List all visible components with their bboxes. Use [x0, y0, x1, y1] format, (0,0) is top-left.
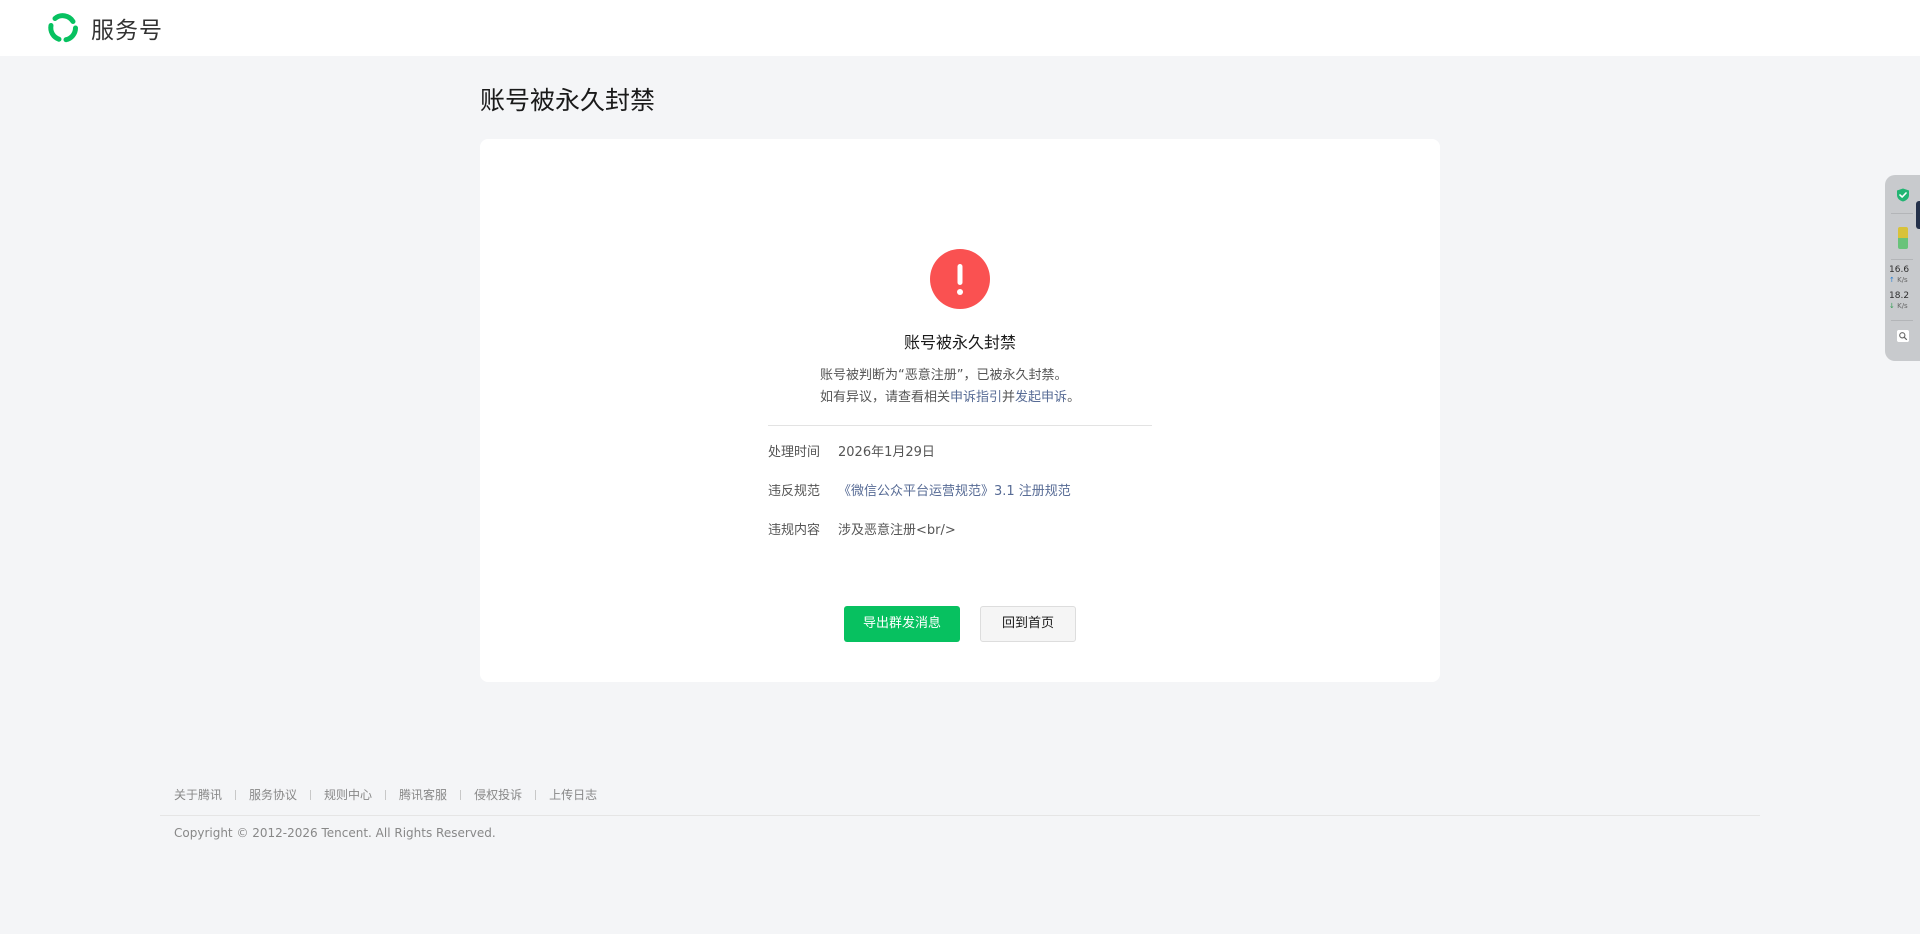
details-divider [768, 425, 1152, 426]
notice-desc-mid: 并 [1002, 390, 1016, 405]
detail-label: 处理时间 [768, 445, 821, 460]
detail-label: 违规内容 [768, 523, 821, 538]
service-account-logo-icon [48, 13, 78, 43]
exclamation-circle-icon [930, 249, 990, 309]
system-monitor-widget[interactable]: 16.6 ↑ K/s 18.2 ↓ K/s [1885, 175, 1920, 361]
shield-check-icon[interactable] [1896, 188, 1910, 202]
appeal-guide-link[interactable]: 申诉指引 [950, 390, 1002, 405]
footer-separator [235, 790, 237, 800]
upload-unit: ↑ K/s [1889, 276, 1908, 284]
brand-name: 服务号 [91, 18, 163, 44]
footer-link-support[interactable]: 腾讯客服 [399, 787, 447, 803]
detail-row-violation-content: 违规内容 涉及恶意注册<br/> [768, 521, 956, 541]
download-arrow-icon: ↓ [1889, 302, 1895, 310]
notice-desc-line-1: 账号被判断为“恶意注册”，已被永久封禁。 [820, 368, 1068, 383]
widget-separator [1891, 320, 1913, 321]
widget-separator [1891, 213, 1913, 214]
search-icon[interactable] [1897, 330, 1909, 342]
download-speed: 18.2 [1889, 291, 1910, 301]
export-messages-button[interactable]: 导出群发消息 [844, 606, 960, 642]
footer-link-about[interactable]: 关于腾讯 [174, 787, 222, 803]
footer-link-infringement[interactable]: 侵权投诉 [474, 787, 522, 803]
footer-link-agreement[interactable]: 服务协议 [249, 787, 297, 803]
upload-speed: 16.6 [1889, 265, 1910, 275]
brand[interactable]: 服务号 [46, 11, 163, 45]
upload-unit-text: K/s [1897, 276, 1908, 284]
notice-desc-prefix: 如有异议，请查看相关 [820, 390, 951, 405]
widget-separator [1891, 259, 1913, 260]
back-home-button[interactable]: 回到首页 [980, 606, 1076, 642]
page-title: 账号被永久封禁 [480, 86, 656, 115]
top-bar: 服务号 [0, 0, 1920, 56]
violated-rule-link[interactable]: 《微信公众平台运营规范》3.1 注册规范 [838, 482, 1071, 502]
footer-separator [385, 790, 387, 800]
detail-row-violated-rule: 违反规范 《微信公众平台运营规范》3.1 注册规范 [768, 482, 1071, 502]
detail-row-process-time: 处理时间 2026年1月29日 [768, 443, 935, 463]
footer-divider [160, 815, 1760, 816]
download-unit-text: K/s [1897, 302, 1908, 310]
notice-desc-suffix: 。 [1067, 390, 1081, 405]
detail-value: 2026年1月29日 [838, 445, 935, 460]
download-unit: ↓ K/s [1889, 302, 1908, 310]
memory-meter [1898, 227, 1908, 249]
notice-heading: 账号被永久封禁 [903, 333, 1016, 352]
footer-links: 关于腾讯 服务协议 规则中心 腾讯客服 侵权投诉 上传日志 [174, 787, 597, 803]
footer-link-rules[interactable]: 规则中心 [324, 787, 372, 803]
notice-description: 账号被判断为“恶意注册”，已被永久封禁。 如有异议，请查看相关申诉指引并发起申诉… [820, 365, 1120, 409]
footer-link-upload-log[interactable]: 上传日志 [549, 787, 597, 803]
detail-value: 涉及恶意注册<br/> [838, 523, 956, 538]
submit-appeal-link[interactable]: 发起申诉 [1015, 390, 1067, 405]
ban-notice-card: 账号被永久封禁 账号被判断为“恶意注册”，已被永久封禁。 如有异议，请查看相关申… [480, 139, 1440, 682]
detail-label: 违反规范 [768, 484, 821, 499]
upload-arrow-icon: ↑ [1889, 276, 1895, 284]
footer-separator [310, 790, 312, 800]
copyright: Copyright © 2012-2026 Tencent. All Right… [174, 826, 496, 840]
notice-desc-line-2: 如有异议，请查看相关申诉指引并发起申诉。 [820, 387, 1120, 409]
footer-separator [535, 790, 537, 800]
widget-edge-tab[interactable] [1916, 201, 1920, 229]
footer-separator [460, 790, 462, 800]
